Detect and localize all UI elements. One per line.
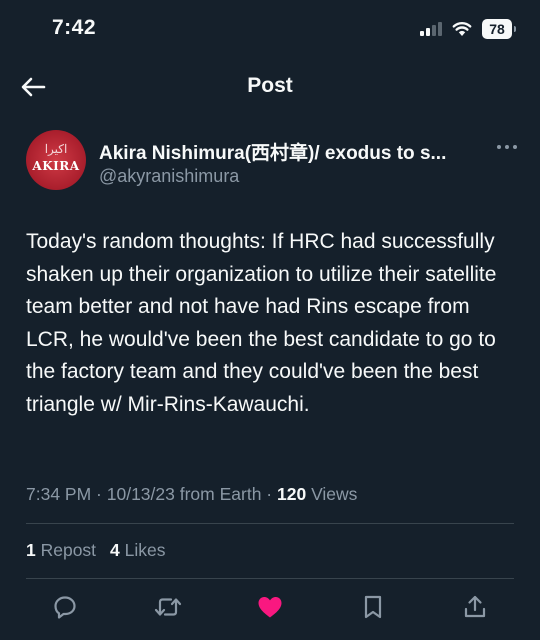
avatar-latin-text: AKIRA [32,159,80,173]
status-time: 7:42 [52,16,97,39]
repost-button[interactable] [153,593,183,621]
action-bar [50,592,490,622]
reply-icon [54,596,76,619]
status-bar: 7:42 78 [0,0,540,60]
page-title: Post [247,74,293,97]
divider [26,523,514,524]
tweet-meta: 7:34 PM · 10/13/23 from Earth · 120 View… [26,484,357,505]
tweet-stats: 1 Repost 4 Likes [26,540,166,561]
bookmark-icon [364,595,381,619]
views-count: 120 [277,484,307,504]
likes-stat[interactable]: 4 Likes [110,540,165,561]
likes-label: Likes [119,540,166,560]
tweet-time[interactable]: 7:34 PM [26,484,91,504]
views-label: Views [306,484,358,504]
tweet-date[interactable]: 10/13/23 [107,484,175,504]
status-icons: 78 [420,18,516,40]
avatar-arabic-text: اكيرا [44,142,68,156]
wifi-icon [452,22,472,36]
user-handle[interactable]: @akyranishimura [99,166,239,187]
likes-count: 4 [110,540,120,560]
more-button[interactable] [494,138,520,156]
avatar[interactable]: اكيرا AKIRA [26,130,86,190]
repost-icon [154,598,181,616]
share-icon [464,595,486,618]
tweet-source: from Earth [174,484,262,504]
divider [26,578,514,579]
battery-icon: 78 [482,19,516,39]
header: Post [0,64,540,108]
meta-separator: · [261,484,277,504]
share-button[interactable] [460,593,490,621]
signal-icon [420,22,442,36]
meta-separator: · [91,484,107,504]
like-heart-icon [258,597,282,618]
reposts-count: 1 [26,540,36,560]
display-name[interactable]: Akira Nishimura(西村章)/ exodus to s... [99,138,479,165]
more-icon [497,145,517,149]
reposts-stat[interactable]: 1 Repost [26,540,96,561]
bookmark-button[interactable] [358,593,388,621]
author-row: اكيرا AKIRA Akira Nishimura(西村章)/ exodus… [26,128,520,192]
like-button[interactable] [255,593,285,621]
reply-button[interactable] [50,593,80,621]
reposts-label: Repost [35,540,97,560]
tweet-text: Today's random thoughts: If HRC had succ… [26,230,497,416]
